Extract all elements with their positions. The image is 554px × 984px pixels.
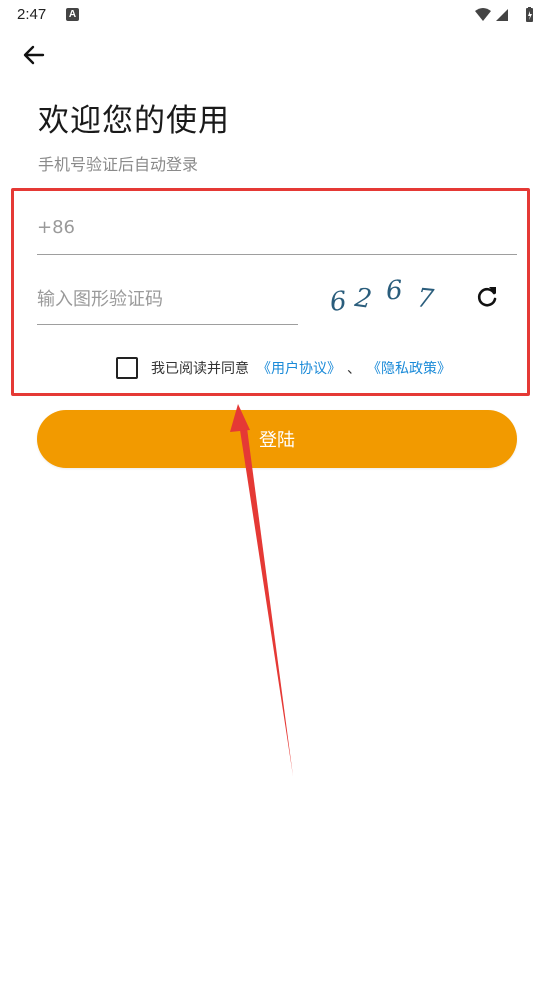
phone-field[interactable] bbox=[37, 200, 517, 255]
login-button[interactable]: 登陆 bbox=[37, 410, 517, 468]
page-title: 欢迎您的使用 bbox=[38, 103, 230, 139]
page-subtitle: 手机号验证后自动登录 bbox=[38, 155, 199, 174]
agreement-text: 我已阅读并同意 bbox=[151, 361, 249, 377]
user-agreement-link[interactable]: 《用户协议》 bbox=[257, 358, 341, 378]
captcha-char: 6 bbox=[384, 275, 404, 307]
agreement-row: 我已阅读并同意 《用户协议》 、 《隐私政策》 bbox=[116, 356, 451, 380]
status-time: 2:47 bbox=[17, 6, 47, 23]
signal-icon bbox=[496, 9, 508, 21]
privacy-policy-link[interactable]: 《隐私政策》 bbox=[367, 358, 451, 378]
agreement-checkbox[interactable] bbox=[116, 357, 138, 379]
battery-icon bbox=[526, 7, 533, 22]
notification-a-icon: A bbox=[66, 8, 79, 21]
back-button[interactable] bbox=[18, 40, 52, 70]
captcha-char: 7 bbox=[415, 283, 436, 315]
refresh-icon bbox=[477, 287, 497, 307]
phone-input[interactable] bbox=[37, 200, 517, 254]
status-icons bbox=[474, 7, 540, 23]
annotation-arrow bbox=[230, 404, 293, 776]
captcha-image[interactable]: 6 2 6 7 bbox=[325, 275, 445, 318]
wifi-icon bbox=[475, 8, 491, 21]
status-bar: 2:47 A bbox=[0, 0, 554, 30]
captcha-char: 6 bbox=[328, 286, 349, 318]
captcha-char: 2 bbox=[352, 282, 374, 316]
refresh-captcha-button[interactable] bbox=[474, 284, 500, 310]
captcha-field[interactable] bbox=[37, 274, 298, 325]
arrow-left-icon bbox=[23, 45, 45, 65]
agreement-separator: 、 bbox=[347, 361, 361, 377]
captcha-input[interactable] bbox=[37, 274, 298, 324]
